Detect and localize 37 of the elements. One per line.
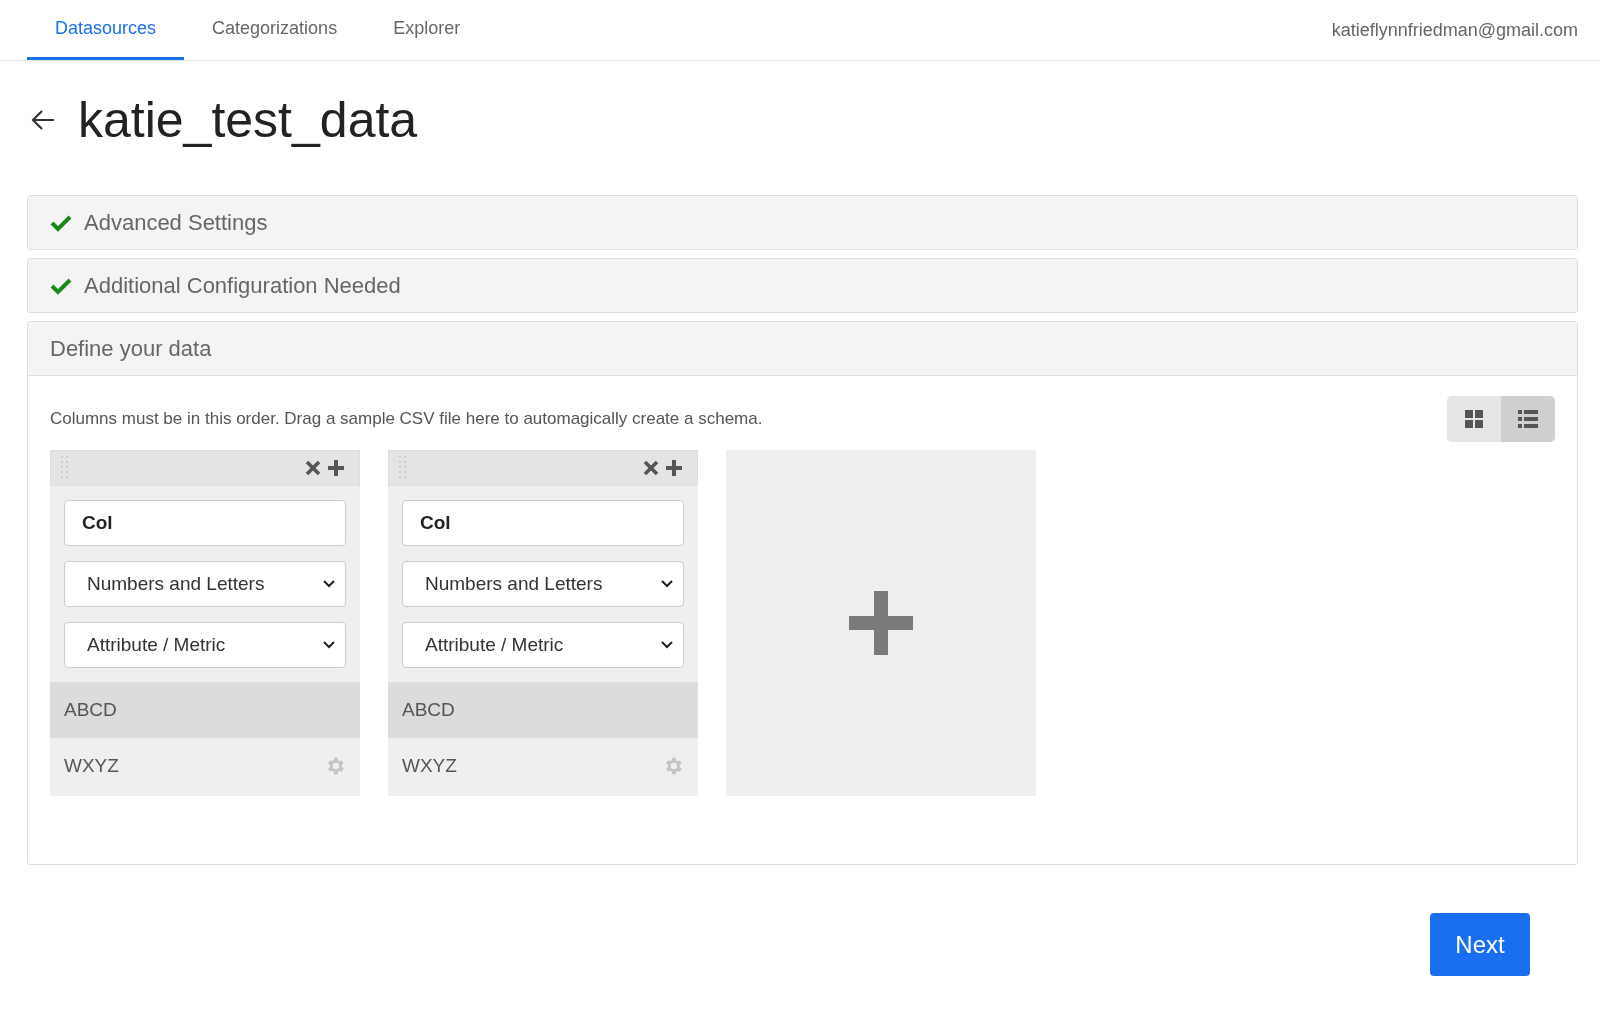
accordion-header[interactable]: Advanced Settings bbox=[28, 196, 1577, 249]
section-title: Additional Configuration Needed bbox=[84, 272, 401, 299]
section-title: Advanced Settings bbox=[84, 209, 268, 236]
close-icon[interactable] bbox=[643, 460, 659, 476]
section-title: Define your data bbox=[50, 335, 212, 362]
data-type-select[interactable]: Numbers and Letters bbox=[64, 561, 346, 607]
chevron-down-icon bbox=[323, 641, 335, 649]
next-button[interactable]: Next bbox=[1430, 913, 1530, 976]
drag-handle-icon[interactable] bbox=[399, 456, 407, 480]
nav-tab[interactable]: Explorer bbox=[365, 0, 489, 60]
column-role-select[interactable]: Attribute / Metric bbox=[402, 622, 684, 668]
column-name-field[interactable]: Col bbox=[64, 500, 346, 546]
nav-tab[interactable]: Categorizations bbox=[184, 0, 366, 60]
column-name-field[interactable]: Col bbox=[402, 500, 684, 546]
column-role-select[interactable]: Attribute / Metric bbox=[64, 622, 346, 668]
page-title: katie_test_data bbox=[78, 91, 418, 149]
plus-icon[interactable] bbox=[327, 459, 345, 477]
plus-icon[interactable] bbox=[665, 459, 683, 477]
list-icon bbox=[1518, 410, 1538, 428]
drag-handle-icon[interactable] bbox=[61, 456, 69, 480]
accordion-header[interactable]: Additional Configuration Needed bbox=[28, 259, 1577, 312]
grid-icon bbox=[1465, 410, 1483, 428]
nav-tab[interactable]: Datasources bbox=[27, 0, 185, 60]
instruction-text: Columns must be in this order. Drag a sample CSV file here to automagically create a schema. bbox=[50, 409, 763, 429]
chevron-down-icon bbox=[323, 580, 335, 588]
sample-value: WXYZ bbox=[402, 755, 457, 777]
sample-value: ABCD bbox=[64, 699, 117, 721]
close-icon[interactable] bbox=[305, 460, 321, 476]
user-email[interactable]: katieflynnfriedman@gmail.com bbox=[1331, 19, 1578, 41]
plus-icon bbox=[849, 591, 913, 655]
chevron-down-icon bbox=[661, 641, 673, 649]
accordion-header[interactable]: Define your data bbox=[28, 322, 1577, 376]
data-type-select[interactable]: Numbers and Letters bbox=[402, 561, 684, 607]
sample-value: ABCD bbox=[402, 699, 455, 721]
chevron-down-icon bbox=[661, 580, 673, 588]
list-view-button[interactable] bbox=[1501, 396, 1555, 442]
sample-value: WXYZ bbox=[64, 755, 119, 777]
